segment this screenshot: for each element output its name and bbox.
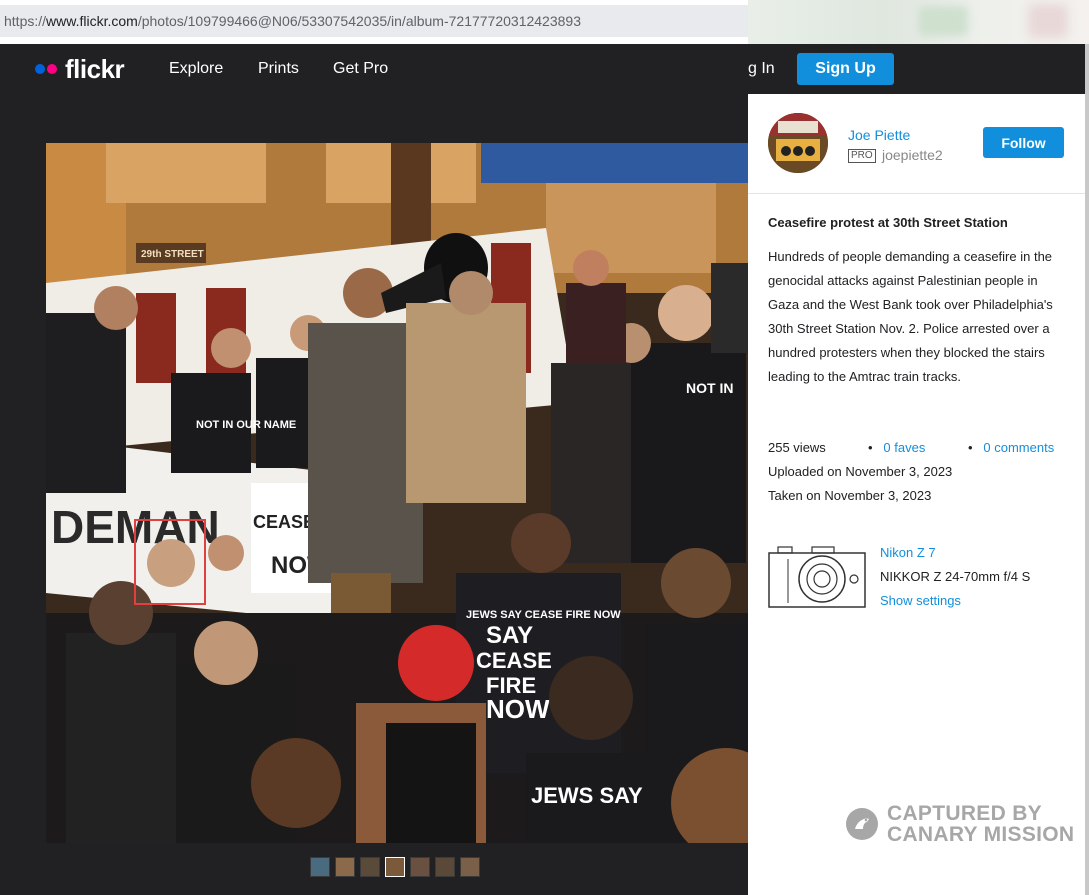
url-prefix: https:// [4, 13, 47, 29]
protest-photo-illustration: 29th STREET DEMAN CEASEFIRE NOW NOT IN O… [46, 143, 748, 843]
main-photo[interactable]: 29th STREET DEMAN CEASEFIRE NOW NOT IN O… [46, 143, 748, 843]
logo-dot-blue-icon [35, 64, 45, 74]
owner-handle: joepiette2 [882, 147, 943, 163]
uploaded-date: Uploaded on November 3, 2023 [768, 464, 953, 479]
thumbnail-4[interactable] [385, 857, 405, 877]
url-path: /photos/109799466@N06/53307542035/in/alb… [137, 13, 581, 29]
browser-address-area: https://www.flickr.com/photos/109799466@… [0, 0, 1089, 44]
bullet-icon: • [968, 440, 973, 455]
owner-name[interactable]: Joe Piette [848, 127, 910, 143]
station-sign: 29th STREET [141, 249, 204, 260]
camera-icon [768, 545, 866, 614]
address-bar[interactable]: https://www.flickr.com/photos/109799466@… [0, 5, 748, 37]
thumbnail-3[interactable] [360, 857, 380, 877]
scrollbar[interactable] [1085, 44, 1089, 895]
avatar[interactable] [768, 113, 828, 173]
photo-title: Ceasefire protest at 30th Street Station [768, 215, 1008, 230]
nav-prints[interactable]: Prints [258, 60, 299, 78]
nav-get-pro[interactable]: Get Pro [333, 60, 388, 78]
thumbnail-5[interactable] [410, 857, 430, 877]
thumbnail-2[interactable] [335, 857, 355, 877]
watermark-text: CAPTURED BY CANARY MISSION [887, 803, 1074, 845]
svg-text:NOW: NOW [486, 694, 550, 724]
photo-strip [310, 857, 480, 877]
url-host: www.flickr.com [46, 13, 138, 29]
thumbnail-1[interactable] [310, 857, 330, 877]
logo-text: flickr [65, 53, 125, 84]
thumbnail-7[interactable] [460, 857, 480, 877]
photo-description: Hundreds of people demanding a ceasefire… [768, 249, 1053, 384]
watermark: CAPTURED BY CANARY MISSION [845, 803, 1074, 845]
login-link-label[interactable]: g In [748, 60, 775, 78]
thumbnail-6[interactable] [435, 857, 455, 877]
svg-text:NOT IN: NOT IN [686, 380, 733, 396]
logo-dot-pink-icon [47, 64, 57, 74]
show-settings-link[interactable]: Show settings [880, 593, 961, 608]
camera-model-link[interactable]: Nikon Z 7 [880, 545, 936, 560]
avatar-image [768, 113, 828, 173]
svg-text:SAY: SAY [486, 622, 533, 649]
comments-link[interactable]: 0 comments [983, 440, 1054, 455]
blurred-region [748, 0, 1089, 44]
pro-badge: PRO [848, 149, 876, 163]
faves-stat: • 0 faves [868, 440, 925, 455]
taken-date: Taken on November 3, 2023 [768, 488, 932, 503]
watermark-line-2: CANARY MISSION [887, 823, 1075, 846]
panel-divider [748, 193, 1085, 194]
lens-name: NIKKOR Z 24-70mm f/4 S [880, 569, 1031, 584]
canary-bird-icon [846, 808, 878, 840]
follow-button[interactable]: Follow [983, 127, 1064, 158]
svg-text:CEASE: CEASE [476, 648, 552, 673]
shirt-text-not-in-our-name: NOT IN OUR NAME [196, 419, 296, 431]
sign-up-button-main[interactable]: Sign Up [797, 53, 894, 85]
bullet-icon: • [868, 440, 873, 455]
watermark-line-1: CAPTURED BY [887, 802, 1042, 825]
shirt-text-jews-say: JEWS SAY [531, 783, 643, 808]
flickr-logo[interactable]: flickr [35, 53, 125, 84]
faves-link[interactable]: 0 faves [883, 440, 925, 455]
comments-stat: • 0 comments [968, 440, 1054, 455]
views-count: 255 views [768, 440, 826, 455]
nav-explore[interactable]: Explore [169, 60, 223, 78]
shirt-text-jews-say-ceasefire-now: JEWS SAY CEASE FIRE NOW [466, 609, 621, 621]
